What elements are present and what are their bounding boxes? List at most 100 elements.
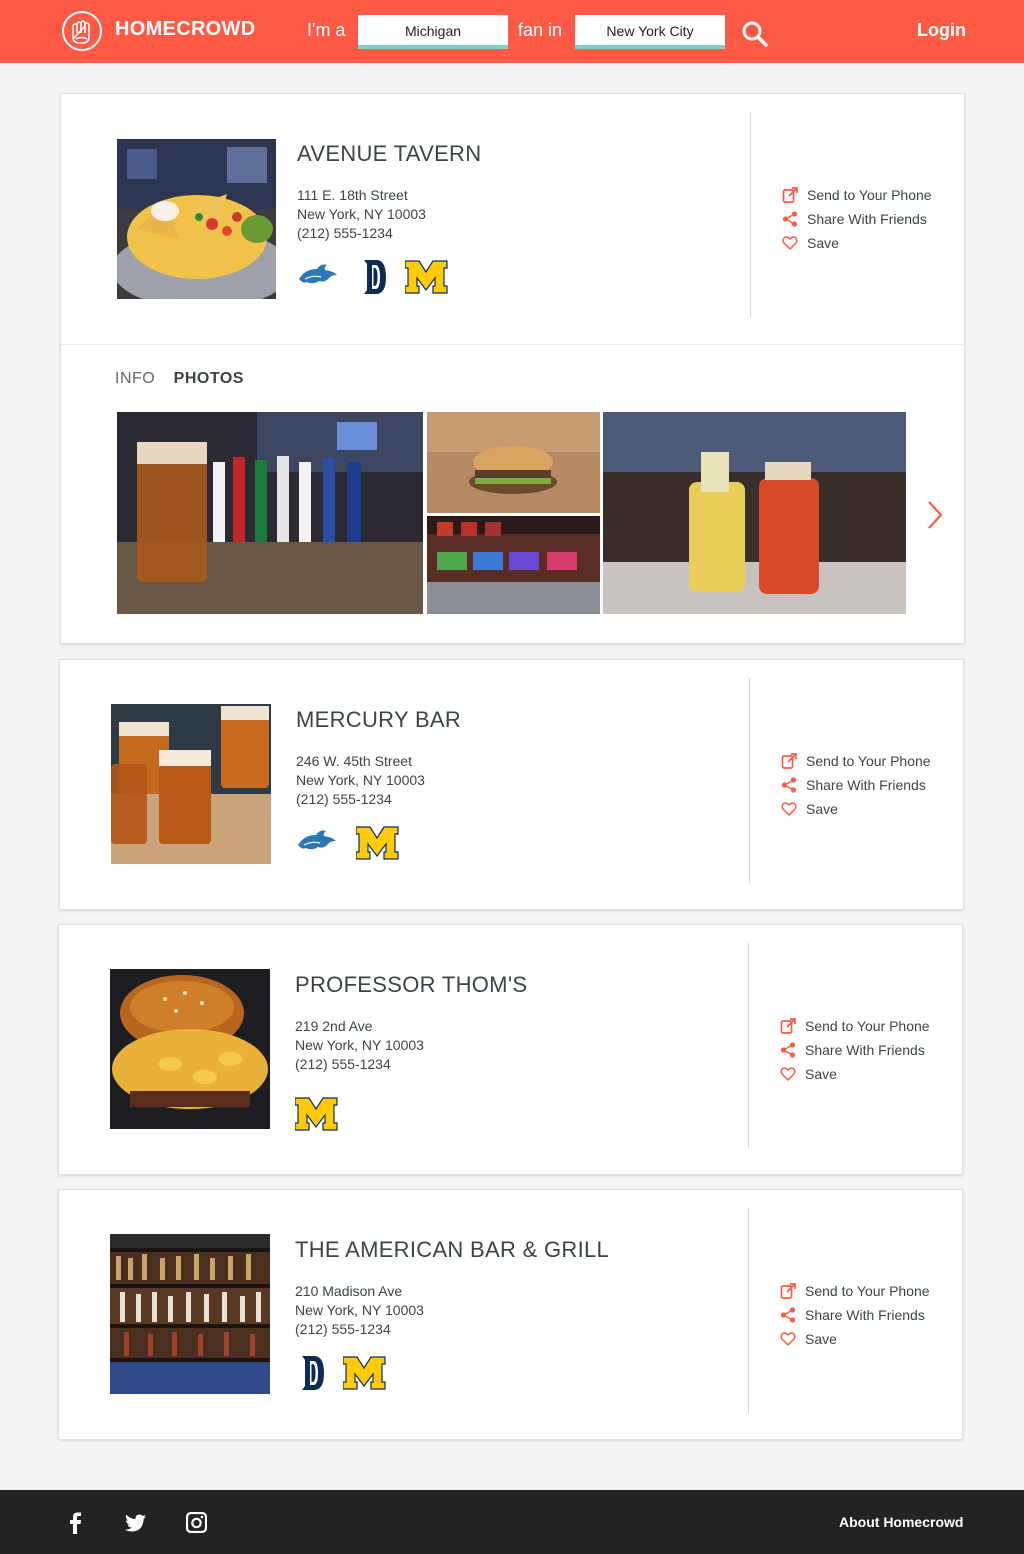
gallery-photo[interactable] xyxy=(427,516,600,614)
save-label: Save xyxy=(805,1066,837,1082)
card-divider xyxy=(748,943,749,1148)
heart-icon xyxy=(780,1067,796,1081)
card-divider xyxy=(750,112,751,317)
section-separator xyxy=(61,344,965,345)
send-phone-icon xyxy=(782,187,798,203)
michigan-logo xyxy=(356,826,399,860)
michigan-logo xyxy=(405,260,448,294)
login-link[interactable]: Login xyxy=(917,20,966,41)
venue-photo[interactable] xyxy=(117,139,276,299)
share-button[interactable]: Share With Friends xyxy=(782,207,952,231)
venue-name[interactable]: MERCURY BAR xyxy=(296,707,461,733)
venue-phone[interactable]: (212) 555-1234 xyxy=(295,1055,424,1074)
gallery-photo[interactable] xyxy=(603,412,906,614)
share-icon xyxy=(782,211,798,227)
share-icon xyxy=(780,1042,796,1058)
prefix-label: I'm a xyxy=(307,20,346,40)
share-label: Share With Friends xyxy=(806,777,926,793)
team-logos xyxy=(296,823,400,863)
share-label: Share With Friends xyxy=(805,1042,925,1058)
venue-photo[interactable] xyxy=(110,1234,270,1394)
top-bar: HOMECROWD I'm a Michigan fan in New York… xyxy=(0,0,1024,63)
about-link[interactable]: About Homecrowd xyxy=(839,1514,963,1530)
gallery-photo[interactable] xyxy=(427,412,600,513)
venue-card[interactable]: AVENUE TAVERN 111 E. 18th Street New Yor… xyxy=(60,93,965,644)
venue-phone[interactable]: (212) 555-1234 xyxy=(295,1320,424,1339)
twitter-icon[interactable] xyxy=(125,1514,147,1537)
send-to-phone-button[interactable]: Send to Your Phone xyxy=(780,1014,950,1038)
share-icon xyxy=(780,1307,796,1323)
send-label: Send to Your Phone xyxy=(805,1283,930,1299)
venue-city: New York, NY 10003 xyxy=(297,206,426,222)
venue-name[interactable]: AVENUE TAVERN xyxy=(297,141,481,167)
city-input[interactable]: New York City xyxy=(575,15,725,49)
search-icon[interactable] xyxy=(741,20,769,53)
team-logos xyxy=(297,257,449,297)
save-button[interactable]: Save xyxy=(780,1327,950,1351)
venue-phone[interactable]: (212) 555-1234 xyxy=(296,790,425,809)
venue-street: 210 Madison Ave xyxy=(295,1283,403,1299)
venue-card[interactable]: MERCURY BAR 246 W. 45th Street New York,… xyxy=(59,659,964,910)
venue-address: 219 2nd Ave New York, NY 10003 (212) 555… xyxy=(295,1017,424,1074)
michigan-logo xyxy=(295,1097,338,1131)
venue-card[interactable]: PROFESSOR THOM'S 219 2nd Ave New York, N… xyxy=(58,924,963,1175)
send-label: Send to Your Phone xyxy=(806,753,931,769)
card-divider xyxy=(749,678,750,883)
venue-card[interactable]: THE AMERICAN BAR & GRILL 210 Madison Ave… xyxy=(58,1189,963,1440)
send-to-phone-button[interactable]: Send to Your Phone xyxy=(781,749,951,773)
instagram-icon[interactable] xyxy=(185,1511,208,1538)
footer: About Homecrowd xyxy=(0,1490,1024,1554)
lions-logo xyxy=(297,829,337,850)
card-divider xyxy=(748,1208,749,1413)
homecrowd-logo-icon[interactable] xyxy=(62,11,102,51)
save-button[interactable]: Save xyxy=(781,797,951,821)
venue-actions: Send to Your Phone Share With Friends Sa… xyxy=(782,183,952,255)
tigers-logo xyxy=(364,260,386,294)
venue-address: 111 E. 18th Street New York, NY 10003 (2… xyxy=(297,186,426,243)
venue-tabs: INFO PHOTOS xyxy=(115,370,258,388)
venue-address: 210 Madison Ave New York, NY 10003 (212)… xyxy=(295,1282,424,1339)
share-button[interactable]: Share With Friends xyxy=(781,773,951,797)
heart-icon xyxy=(782,236,798,250)
save-button[interactable]: Save xyxy=(782,231,952,255)
lions-logo xyxy=(298,263,338,284)
next-arrow-icon[interactable] xyxy=(926,499,944,536)
heart-icon xyxy=(781,802,797,816)
michigan-logo xyxy=(343,1356,386,1390)
save-label: Save xyxy=(806,801,838,817)
send-phone-icon xyxy=(781,753,797,769)
team-logos xyxy=(295,1094,339,1134)
save-label: Save xyxy=(807,235,839,251)
send-phone-icon xyxy=(780,1018,796,1034)
share-button[interactable]: Share With Friends xyxy=(780,1303,950,1327)
share-button[interactable]: Share With Friends xyxy=(780,1038,950,1062)
venue-actions: Send to Your Phone Share With Friends Sa… xyxy=(780,1014,950,1086)
heart-icon xyxy=(780,1332,796,1346)
send-to-phone-button[interactable]: Send to Your Phone xyxy=(780,1279,950,1303)
venue-name[interactable]: PROFESSOR THOM'S xyxy=(295,972,527,998)
tab-info[interactable]: INFO xyxy=(115,370,155,388)
brand-name[interactable]: HOMECROWD xyxy=(115,18,255,41)
venue-actions: Send to Your Phone Share With Friends Sa… xyxy=(780,1279,950,1351)
venue-street: 246 W. 45th Street xyxy=(296,753,412,769)
team-input[interactable]: Michigan xyxy=(358,15,508,49)
tab-photos[interactable]: PHOTOS xyxy=(174,370,244,388)
team-logos xyxy=(295,1353,387,1393)
gallery-photo[interactable] xyxy=(117,412,423,614)
venue-photo[interactable] xyxy=(111,704,271,864)
save-label: Save xyxy=(805,1331,837,1347)
send-to-phone-button[interactable]: Send to Your Phone xyxy=(782,183,952,207)
venue-street: 111 E. 18th Street xyxy=(297,187,408,203)
venue-city: New York, NY 10003 xyxy=(295,1037,424,1053)
share-icon xyxy=(781,777,797,793)
share-label: Share With Friends xyxy=(805,1307,925,1323)
venue-photo[interactable] xyxy=(110,969,270,1129)
facebook-icon[interactable] xyxy=(68,1512,82,1539)
save-button[interactable]: Save xyxy=(780,1062,950,1086)
middle-label: fan in xyxy=(518,20,563,40)
venue-name[interactable]: THE AMERICAN BAR & GRILL xyxy=(295,1237,609,1263)
venue-actions: Send to Your Phone Share With Friends Sa… xyxy=(781,749,951,821)
venue-phone[interactable]: (212) 555-1234 xyxy=(297,224,426,243)
venue-city: New York, NY 10003 xyxy=(296,772,425,788)
venue-street: 219 2nd Ave xyxy=(295,1018,373,1034)
